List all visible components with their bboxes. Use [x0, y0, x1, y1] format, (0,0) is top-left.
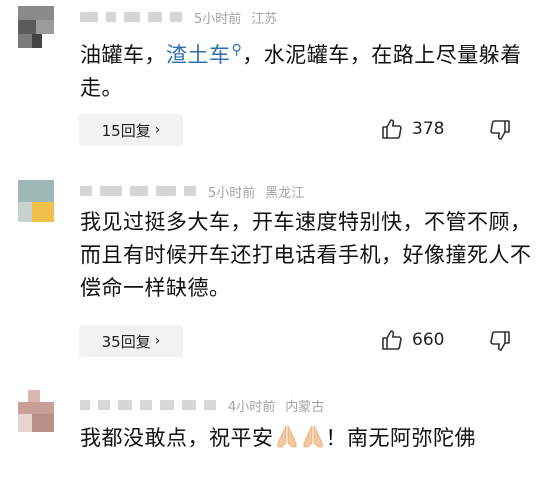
comment-time: 4小时前	[228, 399, 276, 415]
comment-time: 5小时前	[194, 11, 242, 27]
comment-text: 油罐车，渣土车⚲，水泥罐车，在路上尽量躲着走。	[80, 42, 522, 100]
like-count: 660	[412, 330, 445, 350]
chevron-right-icon: ›	[154, 122, 161, 138]
thumbs-up-icon	[382, 119, 402, 139]
search-icon: ⚲	[231, 42, 243, 58]
reply-button[interactable]: 15回复 ›	[79, 114, 183, 146]
comment-2: 5小时前 黑龙江 我见过挺多大车，开车速度特别快，不管不顾，而且有时候开车还打电…	[0, 170, 554, 370]
comment-3: 4小时前 内蒙古 我都没敢点，祝平安 ！南无阿弥陀佛	[0, 382, 554, 494]
comment-location: 黑龙江	[265, 185, 305, 201]
dislike-button[interactable]	[488, 329, 512, 357]
comment-location: 内蒙古	[285, 399, 325, 415]
thumbs-down-icon	[490, 120, 510, 140]
comment-meta: 5小时前 江苏	[80, 8, 278, 27]
username-blurred[interactable]	[80, 12, 98, 22]
thumbs-up-icon	[382, 330, 402, 350]
comment-meta: 4小时前 内蒙古	[80, 396, 325, 415]
like-count: 378	[412, 119, 445, 139]
avatar[interactable]	[18, 180, 54, 222]
chevron-right-icon: ›	[154, 333, 161, 349]
comment-1: 5小时前 江苏 油罐车，渣土车⚲，水泥罐车，在路上尽量躲着走。 15回复 › 3…	[0, 0, 554, 160]
avatar[interactable]	[18, 6, 54, 48]
comment-time: 5小时前	[208, 185, 256, 201]
thumbs-down-icon	[490, 331, 510, 351]
avatar[interactable]	[18, 390, 54, 432]
username-blurred[interactable]	[80, 186, 92, 196]
comment-text: 我都没敢点，祝平安 ！南无阿弥陀佛	[80, 422, 535, 455]
like-button[interactable]: 378	[380, 117, 444, 141]
reply-button[interactable]: 35回复 ›	[79, 325, 183, 357]
praying-hands-icon	[277, 425, 296, 448]
comment-text: 我见过挺多大车，开车速度特别快，不管不顾，而且有时候开车还打电话看手机，好像撞死…	[80, 210, 532, 300]
search-link[interactable]: 渣土车⚲	[166, 42, 243, 67]
dislike-button[interactable]	[488, 118, 512, 146]
comment-location: 江苏	[251, 11, 278, 27]
like-button[interactable]: 660	[380, 328, 444, 352]
username-blurred[interactable]	[80, 400, 90, 410]
comment-meta: 5小时前 黑龙江	[80, 182, 305, 201]
praying-hands-icon	[303, 425, 322, 448]
